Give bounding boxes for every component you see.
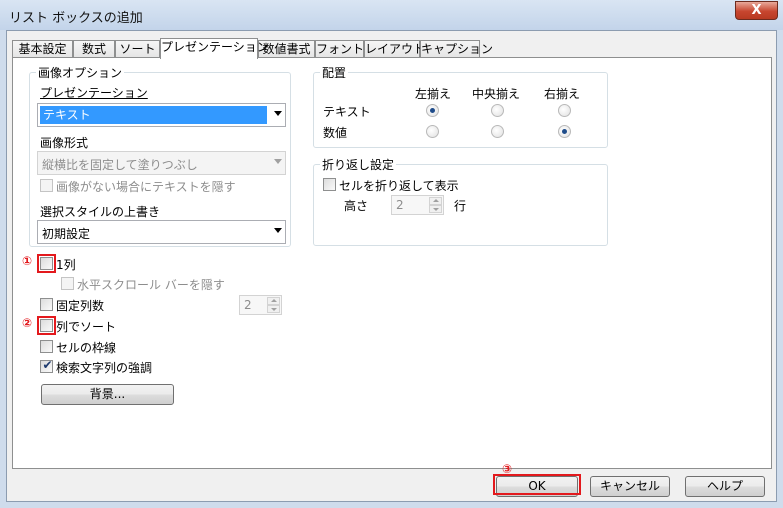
radio-selected-icon [430,108,435,113]
background-button[interactable]: 背景... [41,384,174,405]
fixed-columns-value: 2 [244,298,252,312]
tab-presentation[interactable]: プレゼンテーション [160,38,269,59]
number-align-right-radio[interactable] [558,125,571,138]
tab-label: キャプション [421,42,494,56]
presentation-dropdown[interactable]: テキスト [37,103,286,127]
tab-label: ソート [119,42,156,56]
annotation-box-3 [493,474,581,495]
image-format-label: 画像形式 [40,136,89,150]
sort-by-column-label: 列でソート [56,320,117,334]
align-right-header: 右揃え [544,87,581,101]
cell-borders-label: セルの枠線 [56,341,117,355]
tab-label: フォント [316,42,365,56]
hide-text-label: 画像がない場合にテキストを隠す [56,180,236,194]
tab-layout[interactable]: レイアウト [364,40,425,58]
selection-style-dropdown[interactable]: 初期設定 [37,220,286,244]
presentation-value: テキスト [40,106,267,124]
annotation-marker-2: ② [22,316,33,330]
tab-formula[interactable]: 数式 [73,40,115,58]
fixed-columns-checkbox[interactable] [40,298,53,311]
window-title: リスト ボックスの追加 [9,11,143,26]
alignment-title: 配置 [320,64,349,81]
help-button-label: ヘルプ [706,479,743,493]
tab-label: 数値書式 [262,42,311,56]
height-value: 2 [396,198,404,212]
help-button[interactable]: ヘルプ [685,476,765,497]
chevron-down-icon [274,228,282,233]
image-format-dropdown[interactable]: 縦横比を固定して塗りつぶし [37,151,286,175]
number-align-label: 数値 [323,126,348,140]
tab-label: プレゼンテーション [161,40,269,54]
chevron-down-icon [274,111,282,116]
hide-scrollbar-label: 水平スクロール バーを隠す [77,278,225,292]
tab-font[interactable]: フォント [315,40,364,58]
annotation-box-1 [37,254,56,273]
tab-caption[interactable]: キャプション [420,40,493,58]
spin-up-icon[interactable] [267,297,280,305]
checkmark-icon: ✔ [42,358,53,372]
cell-borders-checkbox[interactable] [40,340,53,353]
highlight-search-label: 検索文字列の強調 [56,361,153,375]
image-format-value: 縦横比を固定して塗りつぶし [42,158,198,172]
wrap-cells-label: セルを折り返して表示 [339,179,459,193]
wrap-cells-checkbox[interactable] [323,178,336,191]
cancel-button-label: キャンセル [599,479,660,493]
fixed-columns-spinner[interactable]: 2 [239,295,282,315]
text-align-center-radio[interactable] [491,104,504,117]
number-align-left-radio[interactable] [426,125,439,138]
selection-style-label: 選択スタイルの上書き [40,205,161,219]
wrap-title: 折り返し設定 [320,156,397,173]
tab-label: 基本設定 [18,42,67,56]
annotation-marker-1: ① [22,254,33,268]
tab-label: レイアウト [365,42,426,56]
text-align-right-radio[interactable] [558,104,571,117]
height-spinner[interactable]: 2 [391,195,444,215]
align-left-header: 左揃え [415,87,452,101]
presentation-label: プレゼンテーション [40,86,148,100]
title-bar[interactable]: リスト ボックスの追加 X [0,0,783,30]
tab-label: 数式 [81,42,106,56]
hide-text-checkbox[interactable] [40,179,53,192]
fixed-columns-label: 固定列数 [56,299,105,313]
single-column-label: 1列 [56,258,76,272]
cancel-button[interactable]: キャンセル [590,476,670,497]
text-align-label: テキスト [323,105,371,119]
background-button-label: 背景... [89,387,126,401]
number-align-center-radio[interactable] [491,125,504,138]
close-icon: X [751,3,762,18]
radio-selected-icon [562,129,567,134]
align-center-header: 中央揃え [472,87,521,101]
highlight-search-checkbox[interactable]: ✔ [40,358,53,373]
spin-down-icon[interactable] [429,205,442,213]
spin-down-icon[interactable] [267,305,280,313]
tab-basic-settings[interactable]: 基本設定 [12,40,73,58]
tab-sort[interactable]: ソート [115,40,160,58]
close-button[interactable]: X [735,1,778,20]
dialog-window: リスト ボックスの追加 X 基本設定 数式 ソート プレゼンテーション 数値書式… [0,0,783,508]
hide-scrollbar-checkbox[interactable] [61,277,74,290]
text-align-left-radio[interactable] [426,104,439,117]
selection-style-value: 初期設定 [42,227,91,241]
image-options-title: 画像オプション [36,64,125,81]
spin-up-icon[interactable] [429,197,442,205]
height-unit-label: 行 [454,199,467,213]
chevron-down-icon [274,159,282,164]
annotation-box-2 [37,316,56,335]
presentation-panel: 画像オプション プレゼンテーション テキスト 画像形式 縦横比を固定して塗りつぶ… [12,57,772,469]
dialog-client-area: 基本設定 数式 ソート プレゼンテーション 数値書式 フォント レイアウト キャ… [6,30,777,502]
height-label: 高さ [344,199,369,213]
